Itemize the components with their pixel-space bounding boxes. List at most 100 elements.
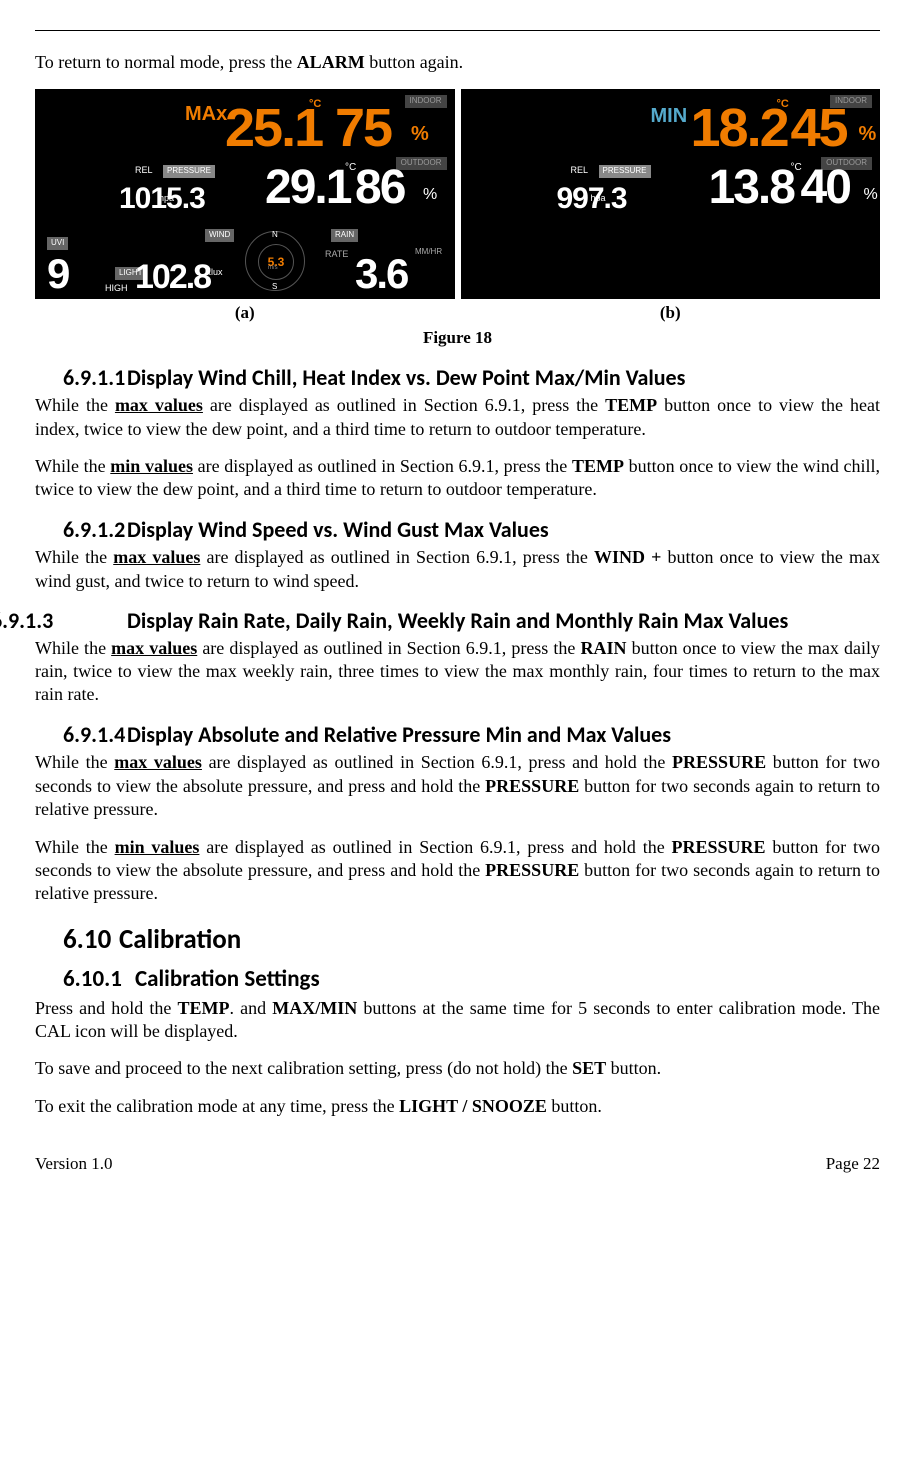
indoor-tag-a: INDOOR — [405, 95, 447, 107]
p-6-10-1-c: To exit the calibration mode at any time… — [35, 1095, 880, 1118]
p-6-9-1-2: While the max values are displayed as ou… — [35, 546, 880, 593]
pressure-a: 1015.3 — [119, 179, 205, 218]
t: button. — [547, 1096, 602, 1116]
heading-num: 6.9.1.2 — [63, 516, 127, 545]
p-6-9-1-3: While the max values are displayed as ou… — [35, 637, 880, 707]
intro-suffix: button again. — [365, 52, 463, 72]
t: min values — [110, 456, 193, 476]
pressure-label-a: PRESSURE — [163, 165, 215, 177]
heading-title: Display Absolute and Relative Pressure M… — [127, 721, 671, 748]
t: PRESSURE — [672, 837, 766, 857]
out-temp-b: 13.8 — [709, 157, 794, 219]
indoor-temp-b: 18.2 — [691, 93, 788, 163]
t: Press and hold the — [35, 998, 178, 1018]
heading-title: Display Wind Speed vs. Wind Gust Max Val… — [127, 516, 549, 543]
caption-b: (b) — [660, 302, 681, 324]
t: . and — [230, 998, 273, 1018]
t: While the — [35, 395, 115, 415]
p-6-10-1-b: To save and proceed to the next calibrat… — [35, 1057, 880, 1080]
intro-paragraph: To return to normal mode, press the ALAR… — [35, 51, 880, 74]
heading-title: Display Wind Chill, Heat Index vs. Dew P… — [127, 364, 685, 391]
max-label: MAx — [185, 101, 227, 127]
rel-label-a: REL — [135, 165, 153, 177]
compass-icon: N S 5.3 m/s — [245, 231, 305, 291]
t: max values — [113, 547, 200, 567]
t: WIND + — [594, 547, 661, 567]
top-rule — [35, 30, 880, 31]
compass-speed: 5.3 — [258, 244, 294, 280]
p-6-9-1-1-a: While the max values are displayed as ou… — [35, 394, 880, 441]
t: are displayed as outlined in Section 6.9… — [199, 837, 671, 857]
heading-title: Display Rain Rate, Daily Rain, Weekly Ra… — [127, 607, 788, 634]
heading-num: 6.10.1 — [63, 965, 135, 995]
t: max values — [114, 752, 202, 772]
t: are displayed as outlined in Section 6.9… — [197, 638, 580, 658]
t: PRESSURE — [485, 776, 579, 796]
out-temp-a: 29.1 — [265, 157, 350, 219]
compass-unit: m/s — [268, 265, 278, 273]
t: are displayed as outlined in Section 6.9… — [203, 395, 605, 415]
pct-a: % — [411, 121, 429, 147]
t: To exit the calibration mode at any time… — [35, 1096, 399, 1116]
t: button. — [606, 1058, 661, 1078]
t: TEMP — [572, 456, 624, 476]
t: While the — [35, 837, 115, 857]
t: MAX/MIN — [272, 998, 357, 1018]
heading-6-10-1: 6.10.1Calibration Settings — [35, 965, 880, 995]
out-pct-a: % — [423, 185, 437, 206]
t: PRESSURE — [672, 752, 766, 772]
rel-label-b: REL — [571, 165, 589, 177]
t: RAIN — [580, 638, 626, 658]
uvi-a: 9 — [47, 247, 68, 302]
t: While the — [35, 547, 113, 567]
heading-num: 6.9.1.1 — [63, 364, 127, 393]
display-a: MAx 25.1 °C 75 % INDOOR OUTDOOR REL PRES… — [35, 89, 455, 299]
t: are displayed as outlined in Section 6.9… — [202, 752, 672, 772]
heading-6-9-1-3: 6.9.1.3Display Rain Rate, Daily Rain, We… — [35, 607, 880, 635]
indoor-temp-a: 25.1 — [225, 93, 322, 163]
p-6-10-1-a: Press and hold the TEMP. and MAX/MIN but… — [35, 997, 880, 1044]
out-hum-a: 86 — [355, 157, 404, 219]
heading-6-9-1-1: 6.9.1.1Display Wind Chill, Heat Index vs… — [35, 364, 880, 393]
compass-s: S — [272, 282, 277, 292]
heading-title: Calibration — [119, 923, 241, 956]
figure-caption: Figure 18 — [35, 327, 880, 349]
page-footer: Version 1.0 Page 22 — [35, 1153, 880, 1175]
rate-label-a: RATE — [325, 249, 348, 261]
compass-n: N — [272, 230, 278, 240]
min-label: MIN — [651, 103, 688, 129]
t: max values — [111, 638, 197, 658]
mmhr-label-a: MM/HR — [415, 247, 442, 257]
out-hum-b: 40 — [801, 157, 850, 219]
light-a: 102.8 — [135, 255, 210, 299]
wind-label-a: WIND — [205, 229, 234, 241]
indoor-tag-b: INDOOR — [830, 95, 872, 107]
heading-num: 6.9.1.4 — [63, 721, 127, 750]
version-text: Version 1.0 — [35, 1153, 112, 1175]
t: SET — [572, 1058, 606, 1078]
p-6-9-1-1-b: While the min values are displayed as ou… — [35, 455, 880, 502]
degc-a: °C — [309, 97, 321, 111]
high-label-a: HIGH — [105, 283, 128, 295]
heading-6-9-1-2: 6.9.1.2Display Wind Speed vs. Wind Gust … — [35, 516, 880, 545]
pressure-label-b: PRESSURE — [599, 165, 651, 177]
rain-a: 3.6 — [355, 247, 407, 302]
pct-b: % — [859, 121, 877, 147]
degc-b: °C — [777, 97, 789, 111]
t: TEMP — [605, 395, 657, 415]
t: While the — [35, 456, 110, 476]
p-6-9-1-4-a: While the max values are displayed as ou… — [35, 751, 880, 821]
t: While the — [35, 638, 111, 658]
t: LIGHT / SNOOZE — [399, 1096, 547, 1116]
figure-b: MIN 18.2 °C 45 % INDOOR OUTDOOR REL PRES… — [461, 89, 881, 324]
heading-6-10: 6.10Calibration — [35, 922, 880, 957]
t: To save and proceed to the next calibrat… — [35, 1058, 572, 1078]
heading-title: Calibration Settings — [135, 965, 320, 993]
heading-num: 6.10 — [63, 922, 119, 957]
indoor-hum-a: 75 — [335, 93, 391, 163]
display-b: MIN 18.2 °C 45 % INDOOR OUTDOOR REL PRES… — [461, 89, 881, 299]
rain-label-a: RAIN — [331, 229, 358, 241]
caption-a: (a) — [235, 302, 255, 324]
t: PRESSURE — [485, 860, 579, 880]
pressure-b: 997.3 — [557, 179, 627, 218]
